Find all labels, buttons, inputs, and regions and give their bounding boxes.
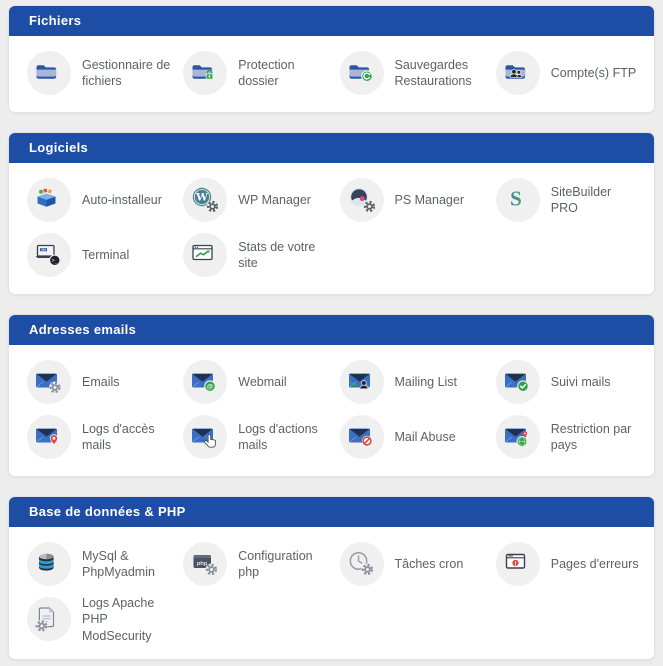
item-label: Logs d'accès mails [82, 421, 155, 452]
folder-lock-icon [183, 51, 228, 95]
item-emails[interactable]: Emails [19, 356, 175, 408]
svg-text:SSH: SSH [41, 248, 46, 252]
folder-restore-icon [339, 51, 384, 95]
item-label: MySql & PhpMyadmin [82, 548, 155, 579]
item-sitebuilder-pro[interactable]: S SiteBuilder PRO [488, 174, 644, 226]
item-mysql-phpmyadmin[interactable]: MySql & PhpMyadmin [19, 538, 175, 590]
item-configuration-php[interactable]: php Configuration php [175, 538, 331, 590]
item-label: Tâches cron [394, 556, 464, 571]
item-logs-apache-php-modsecurity[interactable]: Logs Apache PHP ModSecurity [19, 593, 175, 646]
item-label: Compte(s) FTP [550, 65, 637, 80]
mail-pin-icon [27, 415, 71, 459]
item-label: SiteBuilder PRO [550, 184, 612, 215]
section-title: Logiciels [9, 133, 654, 163]
section-title: Fichiers [9, 6, 654, 36]
svg-text:php: php [197, 561, 208, 567]
section-body: Emails @ Webmail Mailing List Suivi mails Log… [9, 345, 654, 476]
svg-text:>_: >_ [52, 258, 59, 264]
php-config-icon: php [183, 542, 228, 586]
item-label: Mail Abuse [394, 429, 456, 444]
svg-text:@: @ [207, 384, 213, 391]
wordpress-icon: W [183, 178, 228, 222]
database-icon [27, 542, 71, 586]
mail-hand-icon [183, 415, 228, 459]
item-label: WP Manager [238, 192, 311, 207]
section-title: Adresses emails [9, 315, 654, 345]
item-taches-cron[interactable]: Tâches cron [332, 538, 488, 590]
item-label: PS Manager [394, 192, 464, 207]
folder-users-icon [495, 51, 540, 95]
section-adresses-emails: Adresses emails Emails @ Webmail Mailing Lis… [8, 314, 655, 477]
item-label: Stats de votre site [238, 239, 316, 270]
item-wp-manager[interactable]: W WP Manager [175, 174, 331, 226]
item-webmail[interactable]: @ Webmail [175, 356, 331, 408]
mail-gear-icon [27, 360, 71, 404]
mail-list-icon [339, 360, 384, 404]
item-label: Mailing List [394, 374, 458, 389]
item-label: Configuration php [238, 548, 313, 579]
item-mail-abuse[interactable]: Mail Abuse [332, 411, 488, 463]
hosting-control-panel: Fichiers Gestionnaire de fichiers Protecti… [0, 0, 663, 666]
section-body: Auto-installeur W WP Manager PS Manager S Sit… [9, 163, 654, 294]
sections-container: Fichiers Gestionnaire de fichiers Protecti… [8, 5, 655, 660]
prestashop-icon [339, 178, 384, 222]
installer-box-icon [27, 178, 71, 222]
item-sauvegardes-restaurations[interactable]: Sauvegardes Restaurations [332, 47, 488, 99]
item-gestionnaire-de-fichiers[interactable]: Gestionnaire de fichiers [19, 47, 175, 99]
sitebuilder-icon: S [495, 178, 540, 222]
svg-text:W: W [195, 192, 208, 204]
folder-icon [27, 51, 71, 95]
cron-clock-icon [339, 542, 384, 586]
item-label: Auto-installeur [82, 192, 162, 207]
item-label: Restriction par pays [550, 421, 632, 452]
section-fichiers: Fichiers Gestionnaire de fichiers Protecti… [8, 5, 655, 113]
item-terminal[interactable]: SSH >_ Terminal [19, 229, 175, 281]
svg-text:S: S [510, 187, 522, 211]
item-label: Sauvegardes Restaurations [394, 57, 472, 88]
mail-block-icon [339, 415, 384, 459]
item-label: Logs Apache PHP ModSecurity [82, 596, 155, 643]
section-title: Base de données & PHP [9, 497, 654, 527]
item-pages-d-erreurs[interactable]: Pages d'erreurs [488, 538, 644, 590]
item-mailing-list[interactable]: Mailing List [332, 356, 488, 408]
item-label: Emails [82, 374, 120, 389]
item-stats-de-votre-site[interactable]: Stats de votre site [175, 229, 331, 281]
document-gear-icon [27, 597, 71, 642]
item-ps-manager[interactable]: PS Manager [332, 174, 488, 226]
section-base-de-donnees-php: Base de données & PHP MySql & PhpMyadmin p… [8, 496, 655, 660]
item-label: Pages d'erreurs [550, 556, 639, 571]
item-label: Gestionnaire de fichiers [82, 57, 171, 88]
item-label: Webmail [238, 374, 287, 389]
item-logs-d-acces-mails[interactable]: Logs d'accès mails [19, 411, 175, 463]
item-label: Logs d'actions mails [238, 421, 318, 452]
section-logiciels: Logiciels Auto-installeur W WP Manager PS Ma… [8, 132, 655, 295]
item-restriction-par-pays[interactable]: Restriction par pays [488, 411, 644, 463]
item-logs-d-actions-mails[interactable]: Logs d'actions mails [175, 411, 331, 463]
item-protection-dossier[interactable]: Protection dossier [175, 47, 331, 99]
site-stats-icon [183, 233, 228, 277]
mail-check-icon [495, 360, 540, 404]
terminal-icon: SSH >_ [27, 233, 71, 277]
item-suivi-mails[interactable]: Suivi mails [488, 356, 644, 408]
error-page-icon [495, 542, 540, 586]
item-label: Suivi mails [550, 374, 611, 389]
mail-globe-icon [495, 415, 540, 459]
item-auto-installeur[interactable]: Auto-installeur [19, 174, 175, 226]
section-body: MySql & PhpMyadmin php Configuration php Tâ… [9, 527, 654, 659]
mail-at-icon: @ [183, 360, 228, 404]
item-label: Protection dossier [238, 57, 295, 88]
item-compte-s-ftp[interactable]: Compte(s) FTP [488, 47, 644, 99]
section-body: Gestionnaire de fichiers Protection dossi… [9, 36, 654, 112]
item-label: Terminal [82, 247, 130, 262]
